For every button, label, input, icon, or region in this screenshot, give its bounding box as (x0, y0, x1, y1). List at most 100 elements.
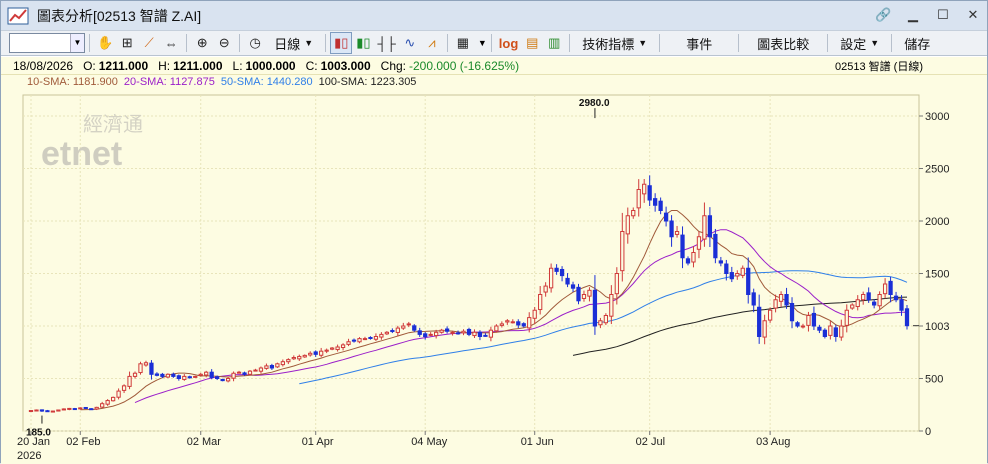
save-button[interactable]: 儲存 (896, 32, 938, 54)
interval-label: 日線 (274, 36, 301, 52)
toolbar-separator (827, 34, 829, 52)
candle-body (691, 252, 696, 263)
candle-body (658, 200, 663, 211)
price-chart[interactable]: 05001003150020002500300020 Jan 02 Feb 02 M… (1, 89, 987, 464)
candle-body (587, 289, 592, 297)
candle-body (39, 409, 45, 412)
candle-body (647, 185, 652, 201)
chevron-down-icon: ▼ (870, 38, 880, 48)
draw-tool-icon[interactable]: ⟋ (138, 32, 160, 54)
chart-compare-button[interactable]: 圖表比較 (743, 32, 823, 54)
hand-pan-icon[interactable]: ✋ (94, 32, 116, 54)
candle-body (811, 312, 817, 327)
candle-body (554, 267, 559, 272)
candle-body (773, 299, 778, 309)
window-title: 圖表分析[02513 智譜 Z.AI] (37, 7, 202, 24)
candle-body (642, 183, 647, 195)
symbol-combobox[interactable]: ▼ (9, 33, 85, 53)
candle-body (116, 390, 121, 398)
candle-body (373, 336, 379, 340)
minimize-icon[interactable]: ▁ (905, 7, 921, 23)
watermark-cn: 經濟通 (83, 112, 143, 136)
candle-body (680, 234, 685, 259)
candle-body (598, 320, 603, 326)
candle-body (729, 272, 734, 280)
candle-body (888, 280, 893, 296)
candle-body (505, 320, 510, 323)
annotation-label: 2980.0 (579, 98, 610, 109)
events-button[interactable]: 事件 (664, 32, 734, 54)
low-value: 1000.000 (245, 58, 296, 73)
candle-body (171, 373, 176, 377)
x-tick-label: 02 Jul (636, 436, 665, 448)
toolbar-separator (446, 34, 448, 52)
candle-body (565, 277, 570, 285)
info-date: 18/08/2026 (13, 58, 74, 73)
candle-body (225, 378, 231, 382)
technical-indicator-dropdown[interactable]: 技術指標 ▼ (574, 32, 655, 54)
x-tick-label: 01 Apr (302, 436, 334, 448)
ohlc-bar-icon[interactable]: ┤├ (374, 32, 398, 54)
candle-body (806, 315, 811, 326)
toolbar-separator (569, 34, 571, 52)
candle-body (67, 407, 72, 410)
candle-body (280, 361, 285, 366)
log-scale-button[interactable]: log (496, 32, 522, 54)
ohlc-info-bar: 18/08/2026 O: 1211.000 H: 1211.000 L: 10… (1, 57, 987, 75)
close-icon[interactable]: ✕ (965, 7, 981, 23)
high-label: H: (158, 58, 171, 73)
candle-body (406, 323, 411, 326)
chevron-down-icon[interactable]: ▼ (70, 34, 84, 52)
candle-body (559, 268, 565, 277)
x-tick-label: 02 Feb (66, 436, 100, 448)
pin-icon[interactable]: 🔗 (875, 7, 891, 23)
candle-body (778, 294, 784, 302)
mountain-chart-icon[interactable]: ⩘ (421, 32, 443, 54)
chg-label: Chg: (380, 58, 407, 73)
settings-dropdown[interactable]: 設定 ▼ (832, 32, 887, 54)
sma20-legend: 20-SMA: 1127.875 (123, 76, 215, 88)
candle-body (767, 309, 773, 321)
zoom-out-icon[interactable]: ⊖ (213, 32, 235, 54)
candle-body (253, 369, 258, 372)
candle-body (631, 210, 636, 217)
candle-body (78, 407, 83, 410)
candle-body (570, 284, 576, 289)
candle-body (264, 365, 269, 369)
line-chart-icon[interactable]: ∿ (399, 32, 421, 54)
candle-body (483, 334, 488, 337)
candle-body (527, 317, 532, 329)
candle-body (882, 283, 888, 295)
toolbar-separator (89, 34, 90, 52)
percent-scale-icon[interactable]: ▤ (521, 32, 543, 54)
grid-icon[interactable]: ▦ (452, 32, 474, 54)
fit-range-icon[interactable]: ⇔ (160, 32, 182, 54)
candle-body (707, 215, 713, 238)
chart-area[interactable]: 0 500 1003 1500 2000 2500 3000 20 Jan 02 Feb 02 M… (1, 89, 987, 464)
interval-dropdown[interactable]: 日線 ▼ (266, 32, 321, 54)
chevron-down-icon: ▼ (638, 38, 648, 48)
data-table-icon[interactable]: ▥ (543, 32, 565, 54)
candle-body (855, 299, 860, 308)
candle-body (160, 373, 165, 377)
maximize-icon[interactable]: ☐ (935, 7, 951, 23)
candle-body (877, 294, 882, 307)
zoom-in-icon[interactable]: ⊕ (191, 32, 213, 54)
candle-body (751, 292, 756, 306)
candlestick-type-icon[interactable]: ▮▯ (330, 32, 353, 54)
crosshair-icon[interactable]: ⊞ (116, 32, 138, 54)
candle-body (50, 410, 56, 413)
candle-body (395, 327, 400, 333)
hollow-candle-icon[interactable]: ▮▯ (352, 32, 374, 54)
candle-body (592, 289, 598, 327)
y-tick-label: 500 (925, 374, 943, 386)
candle-body (663, 212, 669, 222)
candle-body (746, 267, 751, 295)
candle-body (866, 292, 871, 301)
candle-body (45, 410, 50, 413)
candle-body (72, 408, 77, 411)
toolbar-separator (325, 34, 327, 52)
candle-body (581, 294, 587, 299)
chevron-down-icon[interactable]: ▼ (478, 38, 487, 48)
candle-body (614, 273, 619, 295)
